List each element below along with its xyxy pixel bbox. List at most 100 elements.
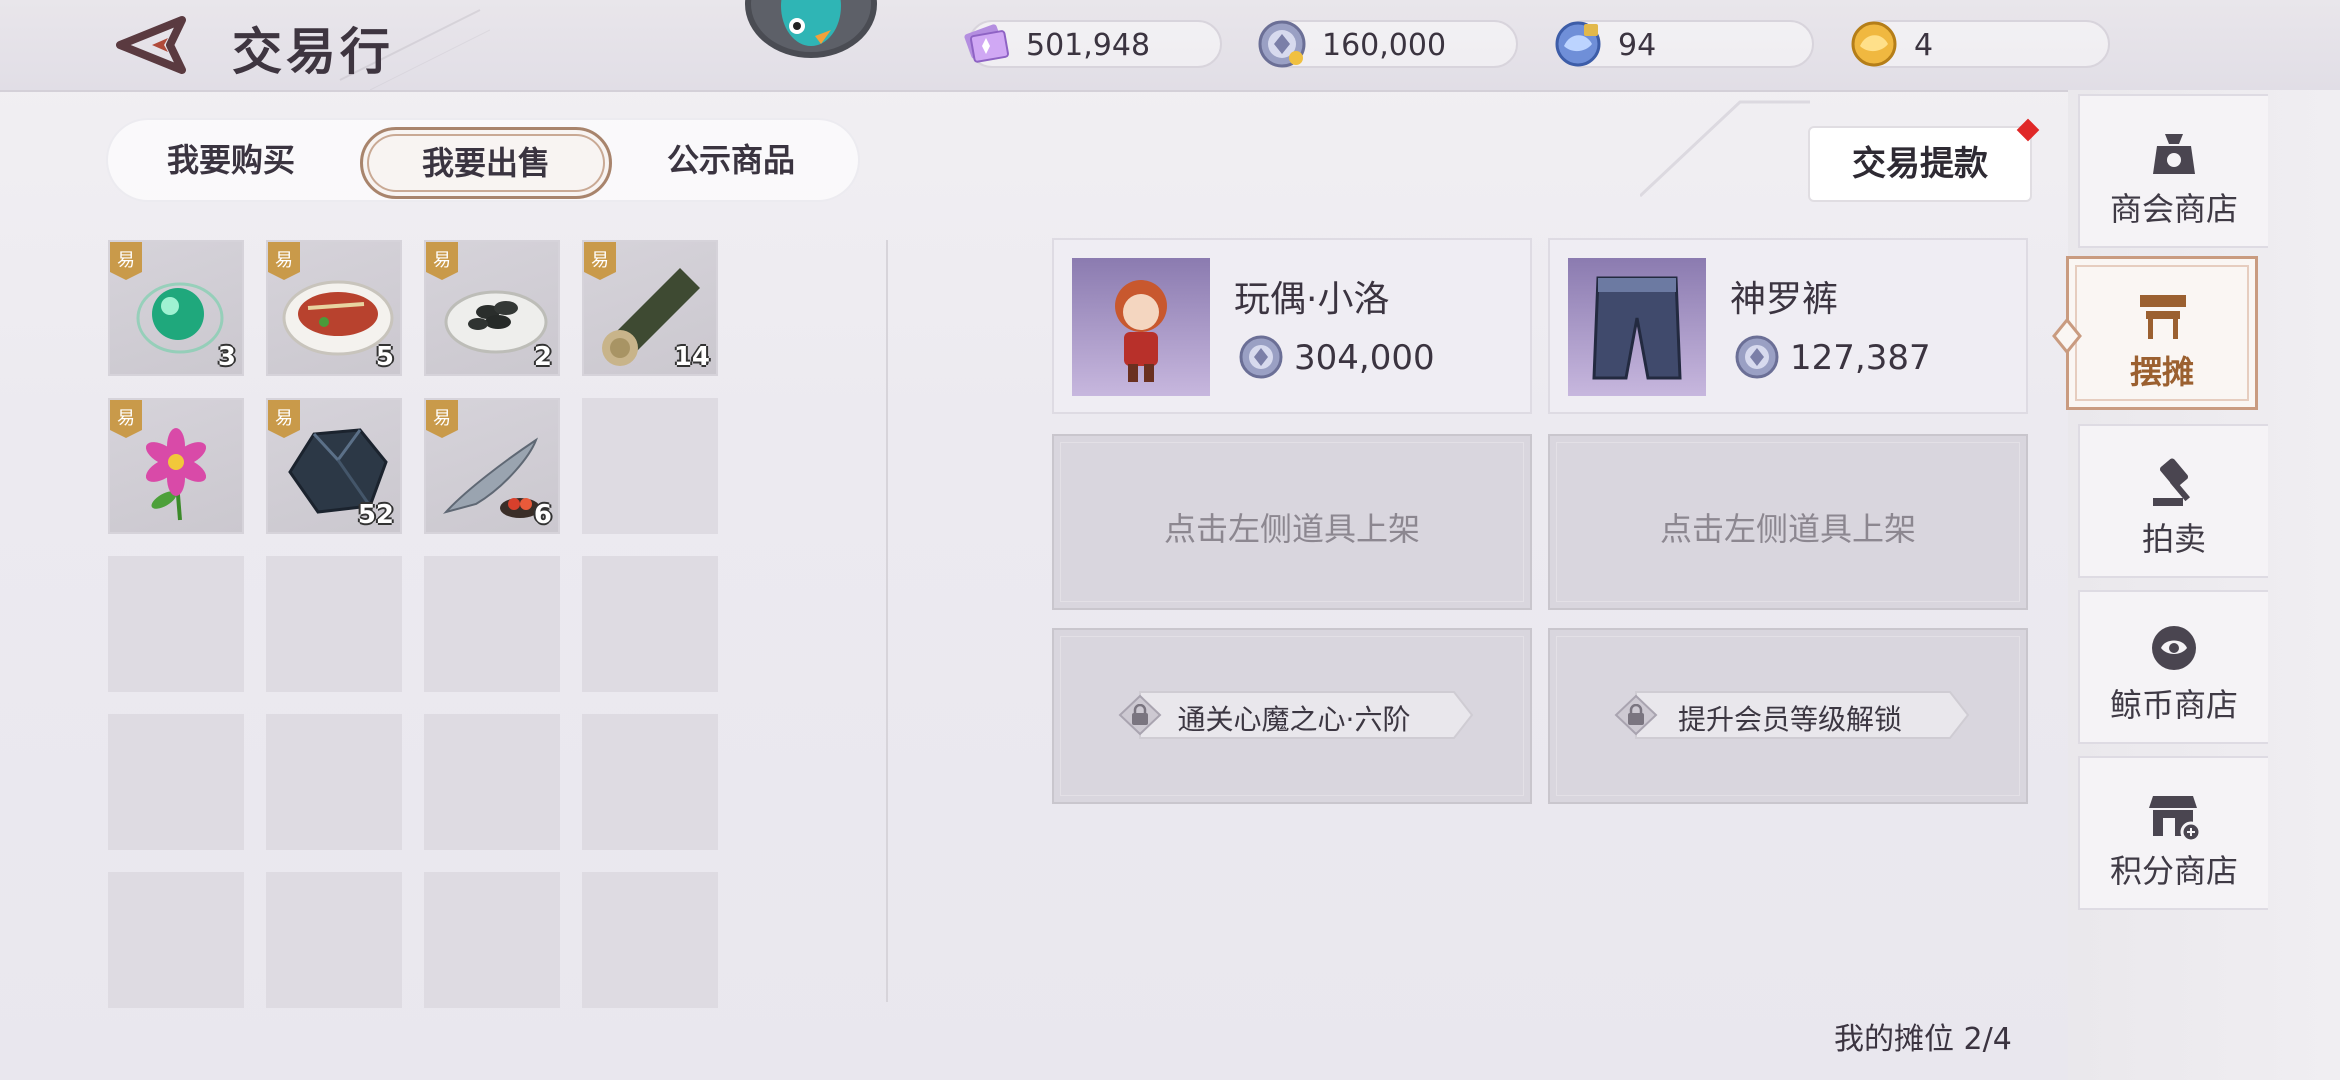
tradable-tag-icon: 易 <box>426 242 458 280</box>
locked-stall-slot[interactable]: 通关心魔之心·六阶 <box>1052 628 1532 804</box>
unlock-condition: 提升会员等级解锁 <box>1610 690 1970 740</box>
tradable-tag-icon: 易 <box>268 242 300 280</box>
listing-image <box>1072 258 1210 396</box>
listing-name: 神罗裤 <box>1730 279 1839 320</box>
mascot-avatar[interactable] <box>745 0 877 58</box>
shenluo-pants-icon <box>1592 276 1682 380</box>
tradable-tag-icon: 易 <box>268 400 300 438</box>
inventory-slot-empty[interactable] <box>582 872 718 1008</box>
empty-stall-slot[interactable]: 点击左侧道具上架 <box>1052 434 1532 610</box>
svg-text:易: 易 <box>117 250 135 271</box>
currency-value: 94 <box>1618 28 1657 63</box>
tradable-tag-icon: 易 <box>110 400 142 438</box>
inventory-item-dark-ore[interactable]: 易 52 <box>266 398 402 534</box>
empty-stall-slot[interactable]: 点击左侧道具上架 <box>1548 434 2028 610</box>
nav-merchant-shop[interactable]: 商会商店 <box>2078 94 2268 248</box>
inventory-slot-empty[interactable] <box>266 714 402 850</box>
nav-label: 商会商店 <box>2109 190 2238 228</box>
withdraw-button[interactable]: 交易提款 <box>1808 118 2040 202</box>
inventory-item-pink-flower[interactable]: 易 <box>108 398 244 534</box>
empty-slot-hint: 点击左侧道具上架 <box>1659 510 1916 548</box>
locked-stall-slot[interactable]: 提升会员等级解锁 <box>1548 628 2028 804</box>
currency-value: 501,948 <box>1026 28 1151 63</box>
inventory-slot-empty[interactable] <box>582 714 718 850</box>
inventory-slot-empty[interactable] <box>266 556 402 692</box>
tab-sell[interactable]: 我要出售 <box>360 127 612 199</box>
active-indicator-icon <box>2052 318 2082 354</box>
inventory-item-fish-dish[interactable]: 易 5 <box>266 240 402 376</box>
currency-crystal[interactable]: 501,948 <box>964 20 1222 68</box>
slot-count-label: 我的摊位 <box>1834 1022 1954 1057</box>
page-title: 交易行 <box>232 22 394 81</box>
stall-listing[interactable]: 玩偶·小洛 304,000 <box>1052 238 1532 414</box>
tab-buy[interactable]: 我要购买 <box>108 127 354 193</box>
stall-listing[interactable]: 神罗裤 127,387 <box>1548 238 2028 414</box>
inventory-slot-empty[interactable] <box>108 872 244 1008</box>
inventory-slot-empty[interactable] <box>582 556 718 692</box>
merchant-shop-icon <box>2153 134 2195 174</box>
currency-gold-whale[interactable]: 4 <box>1851 20 2110 68</box>
currency-value: 160,000 <box>1322 28 1447 63</box>
unlock-condition-text: 提升会员等级解锁 <box>1677 703 1902 736</box>
svg-text:易: 易 <box>275 250 293 271</box>
whale-token-locked-icon <box>1555 21 1601 67</box>
points-shop-icon <box>2149 796 2202 842</box>
tradable-tag-icon: 易 <box>426 400 458 438</box>
svg-text:易: 易 <box>275 408 293 429</box>
unlock-condition: 通关心魔之心·六阶 <box>1114 690 1474 740</box>
inventory-item-wood-log[interactable]: 易 14 <box>582 240 718 376</box>
top-bar: 交易行 501,948 160,000 94 4 <box>0 0 2340 92</box>
deco-line <box>1640 100 1810 198</box>
nav-label: 鲸币商店 <box>2109 686 2238 724</box>
item-count: 2 <box>533 342 552 372</box>
item-count: 3 <box>217 342 236 372</box>
inventory-slot-empty[interactable] <box>424 872 560 1008</box>
tradable-tag-icon: 易 <box>584 242 616 280</box>
item-count: 14 <box>673 342 710 372</box>
svg-text:易: 易 <box>433 408 451 429</box>
nav-label: 拍卖 <box>2141 520 2206 558</box>
tradable-tag-icon: 易 <box>110 242 142 280</box>
currency-whale-locked[interactable]: 94 <box>1555 20 1814 68</box>
withdraw-label: 交易提款 <box>1852 144 1988 184</box>
inventory-item-mussel-dish[interactable]: 易 2 <box>424 240 560 376</box>
unlock-condition-text: 通关心魔之心·六阶 <box>1177 703 1411 736</box>
nav-points-shop[interactable]: 积分商店 <box>2078 756 2268 910</box>
svg-text:易: 易 <box>433 250 451 271</box>
svg-text:易: 易 <box>591 250 609 271</box>
inventory-slot-empty[interactable] <box>424 556 560 692</box>
item-count: 6 <box>533 500 552 530</box>
currency-value: 4 <box>1914 28 1934 63</box>
silver-coin-icon <box>1239 335 1283 379</box>
stall-icon <box>2140 295 2186 339</box>
item-count: 5 <box>375 342 394 372</box>
inventory-item-fish-with-tomato[interactable]: 易 6 <box>424 398 560 534</box>
back-arrow-icon[interactable] <box>112 12 192 78</box>
silver-coin-icon <box>1735 335 1779 379</box>
crystal-ticket-icon <box>964 24 1009 63</box>
item-count: 52 <box>357 500 394 530</box>
auction-gavel-icon <box>2153 458 2191 506</box>
inventory-slot-empty[interactable] <box>108 714 244 850</box>
doll-xiaoluo-icon <box>1115 280 1167 382</box>
nav-whale-coin-shop[interactable]: 鲸币商店 <box>2078 590 2268 744</box>
inventory-item-green-orb[interactable]: 易 3 <box>108 240 244 376</box>
notification-dot <box>2016 118 2040 142</box>
panel-divider <box>886 240 888 1002</box>
slot-count-value: 2/4 <box>1963 1022 2012 1057</box>
listing-image <box>1568 258 1706 396</box>
inventory-slot-empty[interactable] <box>424 714 560 850</box>
nav-label: 积分商店 <box>2109 852 2238 890</box>
inventory-slot-empty[interactable] <box>266 872 402 1008</box>
tab-public-goods[interactable]: 公示商品 <box>608 127 854 193</box>
whale-coin-shop-icon <box>2152 626 2196 670</box>
inventory-slot-empty[interactable] <box>582 398 718 534</box>
currency-silver[interactable]: 160,000 <box>1258 20 1518 68</box>
nav-auction[interactable]: 拍卖 <box>2078 424 2268 578</box>
listing-price: 304,000 <box>1294 338 1435 378</box>
inventory-slot-empty[interactable] <box>108 556 244 692</box>
stall-slot-count: 我的摊位 2/4 <box>1834 1014 2012 1058</box>
silver-coin-icon <box>1258 20 1306 68</box>
nav-stall[interactable]: 摆摊 <box>2066 256 2258 410</box>
gold-whale-coin-icon <box>1851 21 1897 67</box>
